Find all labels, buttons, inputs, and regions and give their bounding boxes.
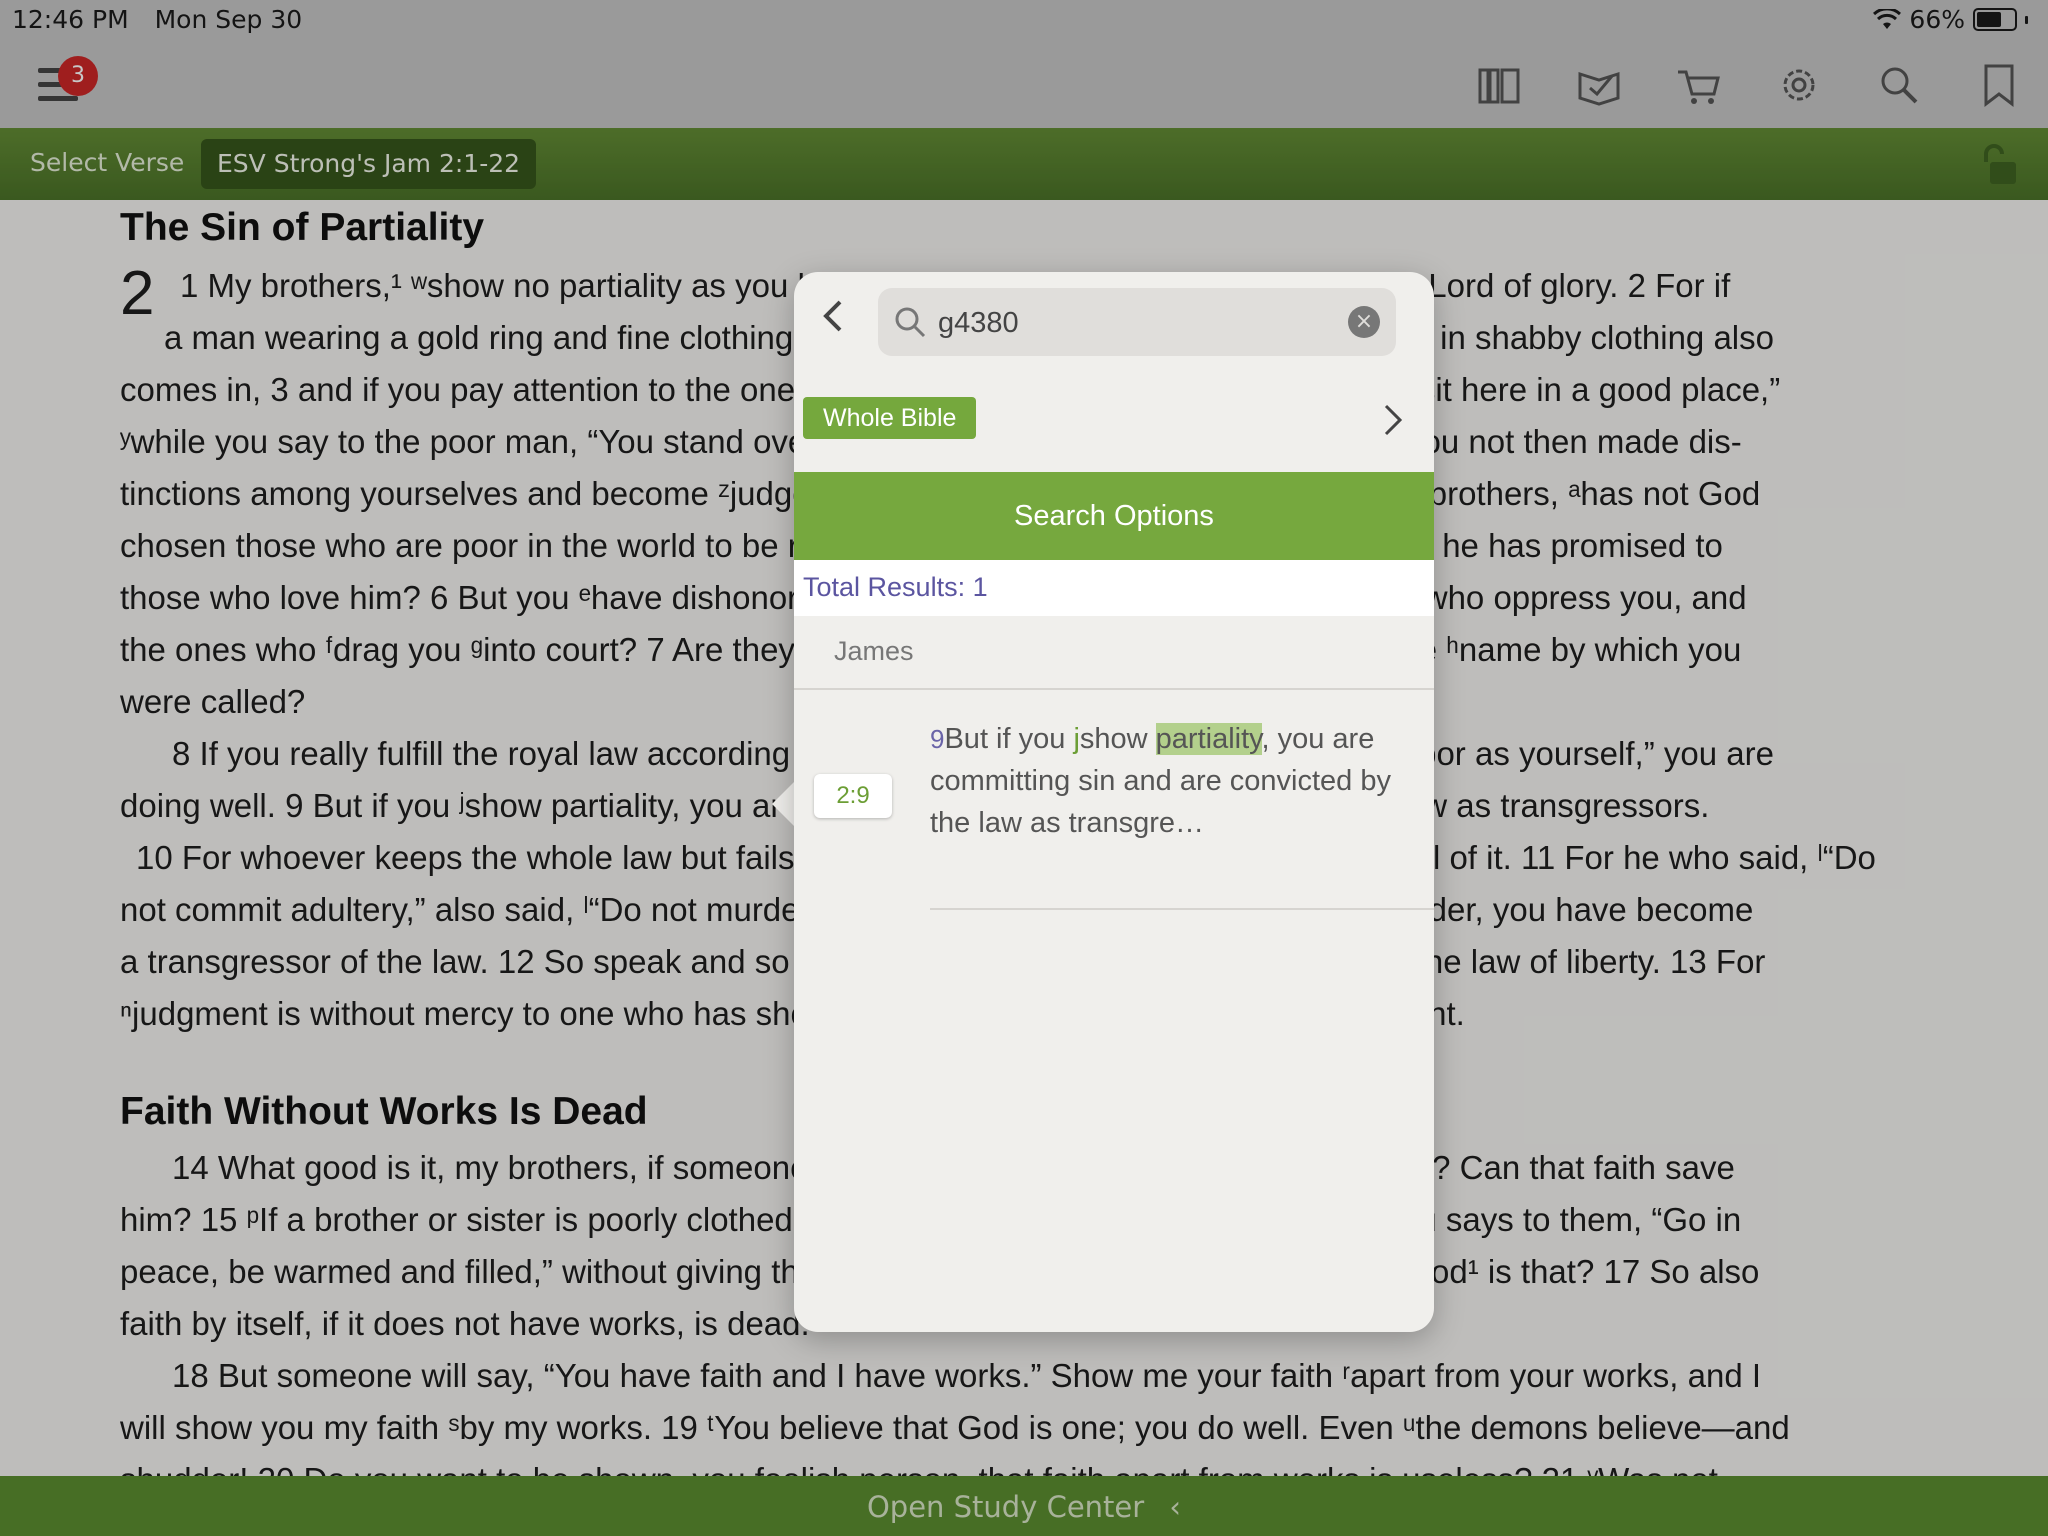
scope-whole-bible-button[interactable]: Whole Bible	[803, 397, 977, 439]
result-verse-number: 9	[930, 724, 945, 754]
battery-icon	[1973, 8, 2017, 31]
search-icon[interactable]	[1874, 60, 1924, 110]
search-field[interactable]: ×	[878, 288, 1396, 356]
result-divider	[930, 908, 1434, 910]
clear-search-icon[interactable]: ×	[1348, 306, 1380, 338]
total-results: Total Results: 1	[794, 560, 1434, 616]
chevron-left-icon: ‹	[1169, 1490, 1182, 1524]
select-verse-button[interactable]: Select Verse	[30, 148, 184, 177]
verse-line[interactable]: 18 But someone will say, “You have faith…	[172, 1354, 1926, 1398]
popover-pointer	[772, 780, 796, 828]
section-heading: The Sin of Partiality	[120, 206, 485, 249]
verse-bar: Select Verse ESV Strong's Jam 2:1-22	[0, 128, 2048, 200]
verse-line[interactable]: shudder! 20 Do you want to be shown, you…	[120, 1458, 1926, 1476]
result-snippet: 9But if you jshow partiality, you are co…	[930, 718, 1420, 844]
search-popover: × Whole Bible Search Options Total Resul…	[794, 272, 1434, 1332]
chapter-number: 2	[120, 259, 155, 328]
settings-icon[interactable]	[1774, 60, 1824, 110]
search-input[interactable]	[936, 300, 1340, 346]
status-bar: 12:46 PM Mon Sep 30 66%	[0, 0, 2048, 40]
search-result-row[interactable]: 2:9 9But if you jshow partiality, you ar…	[794, 690, 1434, 910]
search-options-button[interactable]: Search Options	[794, 472, 1434, 560]
battery-tip	[2025, 15, 2028, 24]
book-group-header: James	[794, 616, 1434, 690]
book-name: James	[834, 636, 914, 666]
result-reference-button[interactable]: 2:9	[814, 774, 892, 818]
snippet-text-mid: show	[1079, 723, 1156, 755]
snippet-text-pre: But if you	[944, 723, 1074, 755]
bookmark-icon[interactable]	[1974, 60, 2024, 110]
reading-plan-icon[interactable]	[1574, 60, 1624, 110]
battery-percent: 66%	[1909, 5, 1965, 34]
search-icon	[895, 307, 926, 338]
highlighted-match: partiality	[1155, 723, 1262, 755]
back-chevron-icon[interactable]	[814, 296, 854, 336]
unlock-icon[interactable]	[1978, 142, 2024, 188]
library-icon[interactable]	[1474, 60, 1524, 110]
verse-line[interactable]: will show you my faith ˢby my works. 19 …	[120, 1406, 1926, 1450]
status-date: Mon Sep 30	[154, 5, 303, 34]
resource-reference-button[interactable]: ESV Strong's Jam 2:1-22	[201, 139, 537, 189]
status-time: 12:46 PM	[12, 5, 129, 34]
section-heading-2: Faith Without Works Is Dead	[120, 1090, 648, 1133]
total-results-label: Total Results: 1	[803, 572, 988, 602]
study-center-bar[interactable]: Open Study Center ‹	[0, 1476, 2048, 1536]
chevron-right-icon[interactable]	[1378, 402, 1408, 438]
notification-badge: 3	[58, 56, 98, 96]
wifi-icon	[1873, 8, 1902, 29]
cart-icon[interactable]	[1674, 60, 1724, 110]
top-toolbar: 3	[0, 40, 2048, 128]
open-study-center-label: Open Study Center	[866, 1490, 1145, 1524]
